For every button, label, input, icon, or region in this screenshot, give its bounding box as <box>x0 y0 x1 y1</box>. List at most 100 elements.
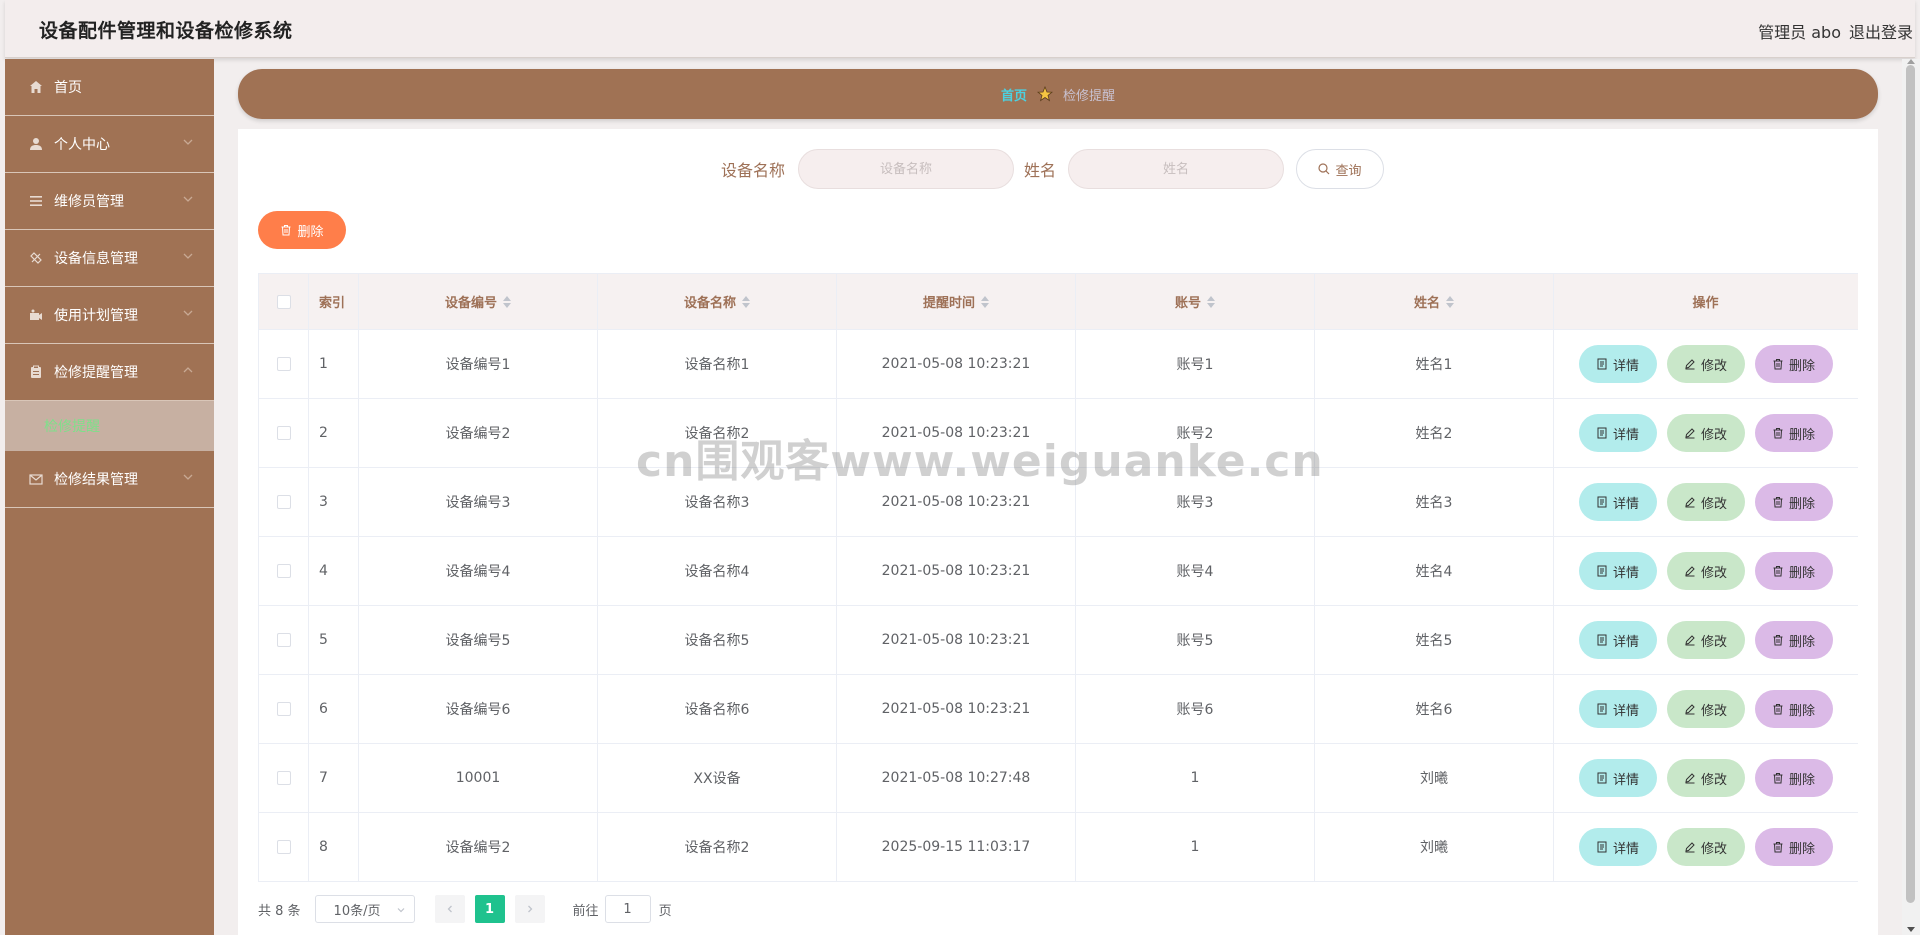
mail-icon <box>27 470 45 488</box>
table-row: 6 设备编号6 设备名称6 2021-05-08 10:23:21 账号6 姓名6 详情 修改… <box>259 675 1858 744</box>
page-number-active[interactable]: 1 <box>474 895 505 923</box>
detail-button[interactable]: 详情 <box>1578 552 1657 590</box>
sidebar-item-maintenance-result[interactable]: 检修结果管理 <box>5 451 214 508</box>
chevron-up-icon <box>183 367 193 373</box>
sidebar-item-device-info[interactable]: 设备信息管理 <box>5 230 214 287</box>
delete-label: 删除 <box>1788 772 1815 788</box>
row-delete-button[interactable]: 删除 <box>1754 483 1833 521</box>
detail-button[interactable]: 详情 <box>1578 621 1657 659</box>
sidebar-item-label: 个人中心 <box>54 137 110 153</box>
device-name-label: 设备名称 <box>721 161 786 180</box>
edit-button[interactable]: 修改 <box>1666 414 1745 452</box>
trash-icon <box>1773 566 1783 577</box>
row-delete-button[interactable]: 删除 <box>1754 345 1833 383</box>
table-row: 2 设备编号2 设备名称2 2021-05-08 10:23:21 账号2 姓名2 详情 修改… <box>259 399 1858 468</box>
header-reminder-time[interactable]: 提醒时间 <box>837 274 1076 329</box>
detail-button[interactable]: 详情 <box>1578 345 1657 383</box>
delete-label: 删除 <box>1788 427 1815 443</box>
detail-label: 详情 <box>1612 634 1639 650</box>
sort-icon[interactable] <box>503 295 511 308</box>
row-delete-button[interactable]: 删除 <box>1754 552 1833 590</box>
sidebar-item-usage-plan[interactable]: 使用计划管理 <box>5 287 214 344</box>
scroll-up-arrow[interactable] <box>1907 59 1915 64</box>
sort-icon[interactable] <box>1446 295 1454 308</box>
header-device-code[interactable]: 设备编号 <box>359 274 598 329</box>
next-page-button[interactable] <box>514 895 545 923</box>
row-delete-button[interactable]: 删除 <box>1754 690 1833 728</box>
document-icon <box>1597 358 1607 370</box>
row-checkbox[interactable] <box>276 564 291 578</box>
device-name-input[interactable] <box>798 149 1014 189</box>
sidebar-item-label: 检修提醒管理 <box>54 365 138 381</box>
cell-device-name: 设备名称4 <box>598 537 837 605</box>
sidebar-item-home[interactable]: 首页 <box>5 59 214 116</box>
page-size-select[interactable]: 10条/页 <box>314 895 415 923</box>
edit-button[interactable]: 修改 <box>1666 759 1745 797</box>
query-button[interactable]: 查询 <box>1296 149 1384 189</box>
goto-page-input[interactable] <box>604 895 651 923</box>
edit-icon <box>1685 635 1695 646</box>
cell-device-code: 设备编号6 <box>359 675 598 743</box>
sort-icon[interactable] <box>981 295 989 308</box>
star-icon <box>1037 86 1053 102</box>
header-person-name[interactable]: 姓名 <box>1315 274 1554 329</box>
sidebar-item-label: 维修员管理 <box>54 194 124 210</box>
row-checkbox[interactable] <box>276 495 291 509</box>
edit-button[interactable]: 修改 <box>1666 690 1745 728</box>
row-delete-button[interactable]: 删除 <box>1754 414 1833 452</box>
sidebar-subitem-reminder[interactable]: 检修提醒 <box>5 401 214 451</box>
header-device-name[interactable]: 设备名称 <box>598 274 837 329</box>
detail-button[interactable]: 详情 <box>1578 690 1657 728</box>
edit-button[interactable]: 修改 <box>1666 552 1745 590</box>
cell-device-name: XX设备 <box>598 744 837 812</box>
header-label: 设备名称 <box>683 296 736 311</box>
edit-button[interactable]: 修改 <box>1666 345 1745 383</box>
header-account[interactable]: 账号 <box>1076 274 1315 329</box>
sidebar-item-personal-center[interactable]: 个人中心 <box>5 116 214 173</box>
scrollbar-thumb[interactable] <box>1906 65 1915 903</box>
detail-button[interactable]: 详情 <box>1578 828 1657 866</box>
chevron-down-icon <box>183 196 193 202</box>
edit-button[interactable]: 修改 <box>1666 828 1745 866</box>
row-checkbox[interactable] <box>276 633 291 647</box>
row-checkbox[interactable] <box>276 426 291 440</box>
sidebar-item-maintenance-reminder[interactable]: 检修提醒管理 <box>5 344 214 401</box>
cell-reminder-time: 2021-05-08 10:23:21 <box>837 330 1076 398</box>
row-checkbox-cell <box>259 330 309 398</box>
cell-reminder-time: 2021-05-08 10:23:21 <box>837 606 1076 674</box>
batch-delete-button[interactable]: 删除 <box>258 211 346 249</box>
detail-button[interactable]: 详情 <box>1578 759 1657 797</box>
vertical-scrollbar[interactable] <box>1902 59 1920 935</box>
row-checkbox[interactable] <box>276 771 291 785</box>
select-all-checkbox[interactable] <box>276 294 291 309</box>
detail-button[interactable]: 详情 <box>1578 483 1657 521</box>
cell-person-name: 姓名4 <box>1315 537 1554 605</box>
edit-button[interactable]: 修改 <box>1666 621 1745 659</box>
table-row: 7 10001 XX设备 2021-05-08 10:27:48 1 刘曦 详情 修改 删除 <box>259 744 1858 813</box>
breadcrumb-home[interactable]: 首页 <box>1001 85 1027 104</box>
row-checkbox[interactable] <box>276 840 291 854</box>
detail-label: 详情 <box>1612 565 1639 581</box>
cell-actions: 详情 修改 删除 <box>1554 468 1857 536</box>
row-delete-button[interactable]: 删除 <box>1754 621 1833 659</box>
row-checkbox-cell <box>259 744 309 812</box>
row-delete-button[interactable]: 删除 <box>1754 828 1833 866</box>
scroll-down-arrow[interactable] <box>1907 927 1915 932</box>
row-checkbox[interactable] <box>276 702 291 716</box>
detail-button[interactable]: 详情 <box>1578 414 1657 452</box>
sort-icon[interactable] <box>1207 295 1215 308</box>
edit-button[interactable]: 修改 <box>1666 483 1745 521</box>
cell-reminder-time: 2025-09-15 11:03:17 <box>837 813 1076 881</box>
logout-link[interactable]: 退出登录 <box>1849 19 1915 43</box>
name-input[interactable] <box>1068 149 1284 189</box>
detail-label: 详情 <box>1612 841 1639 857</box>
delete-label: 删除 <box>1788 358 1815 374</box>
prev-page-button[interactable] <box>434 895 465 923</box>
row-delete-button[interactable]: 删除 <box>1754 759 1833 797</box>
sidebar-item-repairman[interactable]: 维修员管理 <box>5 173 214 230</box>
edit-icon <box>1685 428 1695 439</box>
top-bar: 设备配件管理和设备检修系统 管理员 abo 退出登录 <box>5 0 1915 58</box>
row-checkbox[interactable] <box>276 357 291 371</box>
sort-icon[interactable] <box>742 295 750 308</box>
cell-index: 3 <box>309 468 359 536</box>
